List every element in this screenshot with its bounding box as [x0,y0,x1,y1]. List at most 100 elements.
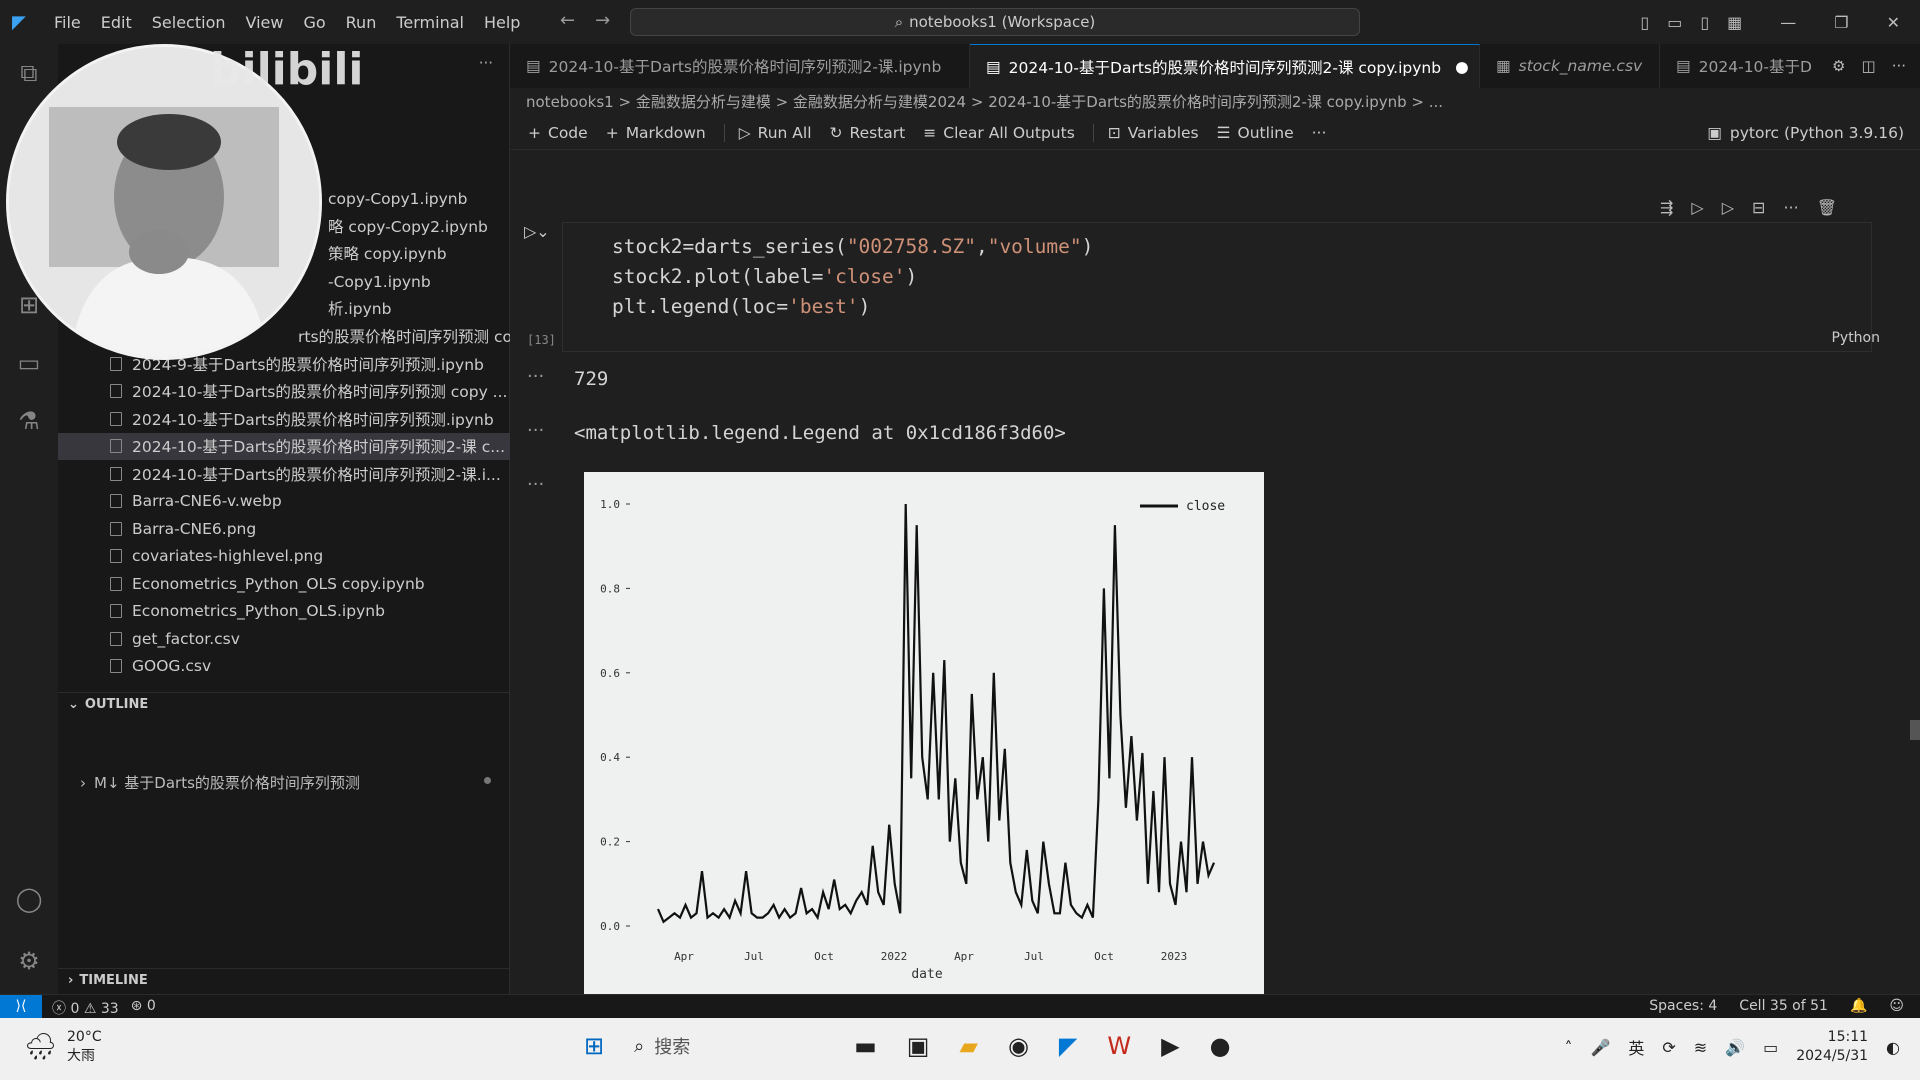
show-hidden-icons[interactable]: ˄ [1564,1038,1572,1057]
taskbar-search[interactable]: ⌕ 搜索 [634,1033,824,1059]
notification-center-icon[interactable]: ◐ [1886,1038,1900,1057]
cell-language[interactable]: Python [1831,330,1880,346]
editor-tab[interactable]: ▦ stock_name.csv [1480,44,1660,88]
delete-cell-icon[interactable]: 🗑 [1817,198,1837,217]
maximize-icon[interactable]: ❐ [1834,13,1848,32]
microphone-icon[interactable]: 🎤 [1590,1038,1610,1057]
file-item[interactable]: 2024-10-基于Darts的股票价格时间序列预测.ipynb [58,405,510,433]
partial-file-item[interactable]: 略 copy-Copy2.ipynb [328,214,508,242]
menu-edit[interactable]: Edit [91,13,142,32]
toolbar-more-button[interactable]: ··· [1312,124,1327,142]
add-code-button[interactable]: + Code [528,124,588,142]
file-item[interactable]: Barra-CNE6.png [58,515,510,543]
partial-file-item[interactable]: 策略 copy.ipynb [328,241,508,269]
task-view-icon[interactable]: ▬ [854,1032,877,1060]
editor-tab-active[interactable]: ▤ 2024-10-基于Darts的股票价格时间序列预测2-课 copy.ipyn… [970,44,1480,88]
editor-scrollbar[interactable] [1910,720,1920,740]
copilot-icon[interactable]: ☺ [1889,998,1904,1014]
sidebar-more-icon[interactable]: ··· [479,54,493,72]
execute-below-icon[interactable]: ▷ [1722,198,1734,217]
clear-outputs-button[interactable]: ≡ Clear All Outputs [923,124,1075,142]
vscode-app-icon[interactable]: ◤ [1059,1032,1077,1060]
output-more-icon[interactable]: ··· [527,474,544,495]
toggle-panel-icon[interactable]: ▭ [1667,13,1682,32]
wps-app-icon[interactable]: W [1107,1032,1131,1060]
minimize-icon[interactable]: — [1780,13,1796,32]
sync-icon[interactable]: ⟳ [1662,1038,1675,1057]
file-item-selected[interactable]: 2024-10-基于Darts的股票价格时间序列预测2-课 c... [58,432,510,460]
file-item[interactable]: get_factor.csv [58,625,510,653]
cell-position-indicator[interactable]: Cell 35 of 51 [1739,998,1828,1014]
ports-indicator[interactable]: ⊛ 0 [131,998,156,1018]
notifications-bell-icon[interactable]: 🔔 [1850,998,1867,1014]
variables-button[interactable]: ⊡ Variables [1092,123,1199,142]
layout-icon[interactable]: ▦ [1727,13,1742,32]
file-item[interactable]: Econometrics_Python_OLS copy.ipynb [58,570,510,598]
partial-file-item[interactable]: rts的股票价格时间序列预测 copy.ip... [298,324,563,352]
toggle-secondary-sidebar-icon[interactable]: ▯ [1700,13,1709,32]
partial-file-item[interactable]: copy-Copy1.ipynb [328,186,508,214]
terminal-app-icon[interactable]: ▣ [907,1032,930,1060]
outline-item[interactable]: › M↓ 基于Darts的股票价格时间序列预测 [80,772,360,793]
run-by-line-icon[interactable]: ⇶ [1660,198,1673,217]
menu-selection[interactable]: Selection [142,13,236,32]
close-icon[interactable]: ✕ [1887,13,1900,32]
back-arrow-icon[interactable]: ← [560,10,575,31]
menu-view[interactable]: View [236,13,294,32]
menu-help[interactable]: Help [474,13,530,32]
settings-gear-icon[interactable]: ⚙ [1832,57,1845,75]
split-cell-icon[interactable]: ⊟ [1752,198,1765,217]
cell-more-icon[interactable]: ··· [1783,198,1798,217]
partial-file-item[interactable]: -Copy1.ipynb [328,269,508,297]
more-actions-icon[interactable]: ··· [1892,57,1906,75]
command-center[interactable]: ⌕ notebooks1 (Workspace) [630,8,1360,36]
accounts-icon[interactable]: ◯ [0,870,58,928]
menu-go[interactable]: Go [293,13,335,32]
file-item[interactable]: Barra-CNE6-v.webp [58,488,510,516]
input-method-icon[interactable]: 英 [1628,1035,1644,1059]
breadcrumb[interactable]: notebooks1 > 金融数据分析与建模 > 金融数据分析与建模2024 >… [526,91,1443,112]
menu-terminal[interactable]: Terminal [386,13,474,32]
add-markdown-button[interactable]: + Markdown [606,124,706,142]
run-all-button[interactable]: ▷ Run All [723,123,812,142]
file-item[interactable]: 2024-10-基于Darts的股票价格时间序列预测2-课.i... [58,460,510,488]
split-editor-icon[interactable]: ◫ [1862,57,1876,75]
settings-gear-icon[interactable]: ⚙ [0,932,58,990]
remote-explorer-icon[interactable]: ▭ [0,334,58,392]
windows-start-icon[interactable]: ⊞ [584,1032,604,1060]
clock[interactable]: 15:11 2024/5/31 [1796,1028,1868,1066]
editor-tab[interactable]: ▤ 2024-10-基于Darts的股票价格时间序列预测2-课.ipynb [510,44,970,88]
recorder-app-icon[interactable]: ● [1210,1032,1231,1060]
kernel-picker[interactable]: ▣ pytorc (Python 3.9.16) [1707,124,1904,142]
forward-arrow-icon[interactable]: → [595,10,610,31]
menu-run[interactable]: Run [336,13,387,32]
menu-file[interactable]: File [44,13,91,32]
media-app-icon[interactable]: ▶ [1161,1032,1179,1060]
toggle-sidebar-icon[interactable]: ▯ [1640,13,1649,32]
code-editor[interactable]: stock2=darts_series("002758.SZ","volume"… [612,232,1093,322]
outline-header[interactable]: ⌄ OUTLINE [58,692,510,716]
testing-icon[interactable]: ⚗ [0,392,58,450]
file-explorer-icon[interactable]: ▰ [959,1032,977,1060]
browser-app-icon[interactable]: ◉ [1008,1032,1029,1060]
file-item[interactable]: covariates-highlevel.png [58,543,510,571]
partial-file-item[interactable]: 析.ipynb [328,296,508,324]
output-more-icon[interactable]: ··· [527,420,544,441]
volume-icon[interactable]: 🔊 [1725,1038,1745,1057]
weather-widget[interactable]: 🌧 20°C 大雨 [24,1028,102,1066]
battery-icon[interactable]: ▭ [1763,1038,1778,1057]
remote-indicator-icon[interactable]: ⟩⟨ [0,995,42,1019]
execute-above-icon[interactable]: ▷ [1691,198,1703,217]
unsaved-dot-icon[interactable]: ● [1455,58,1469,76]
run-cell-icon[interactable]: ▷⌄ [524,222,550,241]
file-item[interactable]: Econometrics_Python_OLS.ipynb [58,598,510,626]
file-item[interactable]: 2024-10-基于Darts的股票价格时间序列预测 copy ... [58,378,510,406]
editor-tab[interactable]: ▤ 2024-10-基于D [1660,44,1820,88]
timeline-header[interactable]: › TIMELINE [58,968,510,992]
file-item[interactable]: GOOG.csv [58,653,510,681]
output-more-icon[interactable]: ··· [527,366,544,387]
wifi-icon[interactable]: ≋ [1694,1038,1707,1057]
restart-button[interactable]: ↻ Restart [830,124,906,142]
outline-button[interactable]: ☰ Outline [1217,124,1294,142]
problems-indicator[interactable]: ⓧ 0 ⚠ 33 [52,998,119,1018]
